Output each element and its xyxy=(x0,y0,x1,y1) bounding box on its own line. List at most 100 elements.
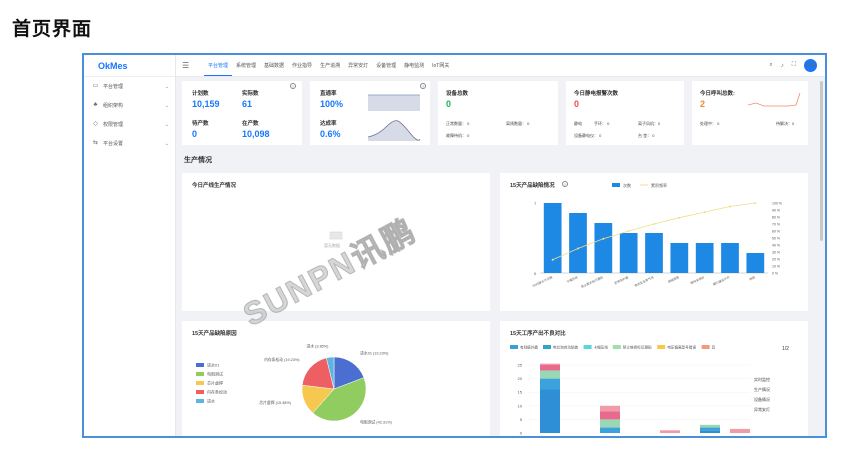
bar-count xyxy=(746,253,765,273)
sidebar-item-permission[interactable]: ◇ 权限管理 ⌄ xyxy=(84,115,175,134)
tab-work-guide[interactable]: 作业指导 xyxy=(288,55,316,76)
slice-label: 芯片虚焊 (15.38%) xyxy=(259,400,291,405)
app-logo: OkMes xyxy=(84,55,175,77)
pass-rate-label: 直通率 xyxy=(320,91,337,97)
kpi-card-esd: 今日静电报警次数 0 静电 手环： 0 离子风机：0 设备静电仪： 0 台 垫：… xyxy=(566,81,684,145)
slice-label: 电阻测试 (42.31%) xyxy=(360,420,392,425)
sidebar-item-label: 平台设置 xyxy=(103,141,124,147)
equipment-offline: 离线数量： 0 xyxy=(506,121,530,126)
sidebar-item-label: 平台管理 xyxy=(103,84,124,90)
kpi-card-equipment: 设备总数 0 正常数量： 0 离线数量： 0 故障待机： 0 xyxy=(438,81,558,145)
tab-equipment[interactable]: 设备管理 xyxy=(372,55,400,76)
tab-andon[interactable]: 异常安灯 xyxy=(344,55,372,76)
sidebar-item-platform[interactable]: ▭ 平台管理 ⌄ xyxy=(84,77,175,96)
bar-count xyxy=(695,243,714,273)
x-tick-label: 缺陷 xyxy=(748,274,756,281)
y-tick-label: 0 xyxy=(520,431,523,436)
tab-system[interactable]: 系统管理 xyxy=(232,55,260,76)
legend-swatch xyxy=(196,390,204,394)
avatar[interactable]: WM xyxy=(804,59,817,72)
top-actions: ⌕ ♪ ⛶ WM xyxy=(769,59,825,72)
stack-segment xyxy=(600,411,620,420)
y-tick-label: 7 xyxy=(534,201,537,206)
y-tick-label: 0 xyxy=(534,271,537,276)
tab-basic-data[interactable]: 基础数据 xyxy=(260,55,288,76)
plan-value: 10,159 xyxy=(192,99,220,109)
stack-segment xyxy=(600,419,620,428)
equipment-value: 0 xyxy=(446,99,452,109)
legend-label: 电阻测试 xyxy=(207,371,223,377)
legend-label: 进水 xyxy=(207,398,215,404)
y-tick-label: 15 xyxy=(518,390,523,395)
sidebar-item-settings[interactable]: ⇆ 平台设置 ⌄ xyxy=(84,134,175,153)
legend-label-count: 次数 xyxy=(623,182,631,188)
esd-wrist: 手环： 0 xyxy=(594,121,610,126)
stack-segment xyxy=(540,365,560,371)
pareto-chart: 次数 累积频率 7 0 0 % 10 % 20 % 30 % 40 % 50 % 60 % 70 % 8… xyxy=(531,182,782,289)
settings-icon: ⇆ xyxy=(92,140,99,146)
menu-fold-icon[interactable]: ☰ xyxy=(182,61,196,70)
equipment-fault: 故障待机： 0 xyxy=(446,133,470,138)
bar-count xyxy=(543,203,562,273)
legend-label: 进水01 xyxy=(207,362,220,368)
call-value: 2 xyxy=(700,99,706,109)
cumulative-point xyxy=(602,237,605,240)
info-icon[interactable]: ? xyxy=(290,83,296,89)
legend-label: 电压偏高型号错误 xyxy=(667,345,696,350)
tab-platform[interactable]: 平台管理 xyxy=(204,55,233,76)
shield-icon: ◇ xyxy=(93,121,98,127)
legend-swatch xyxy=(196,372,204,376)
fullscreen-icon[interactable]: ⛶ xyxy=(792,62,796,69)
legend-swatch xyxy=(612,345,621,349)
legend-label: 芯片虚焊 xyxy=(207,380,223,386)
pending-value: 0 xyxy=(192,129,198,139)
y2-tick-label: 10 % xyxy=(772,265,780,269)
bar-count xyxy=(645,233,663,273)
x-tick-label: BMS报本不正确 xyxy=(531,274,553,288)
reach-rate-label: 达成率 xyxy=(320,121,337,127)
search-icon[interactable]: ⌕ xyxy=(769,62,772,69)
tab-esd[interactable]: 静电监测 xyxy=(400,55,428,76)
org-icon: ♣ xyxy=(93,102,98,108)
y2-tick-label: 100 % xyxy=(772,202,782,206)
y2-tick-label: 20 % xyxy=(772,258,780,262)
tab-trace[interactable]: 生产追溯 xyxy=(316,55,344,76)
legend-swatch xyxy=(196,363,204,367)
info-icon[interactable]: ? xyxy=(420,83,426,89)
y2-tick-label: 40 % xyxy=(772,244,780,248)
legend-label: 卡帽压线 xyxy=(594,345,609,350)
kpi-card-output: ? 计划数 10,159 实际数 61 待产数 0 在产数 10,098 xyxy=(182,81,302,145)
bar-count xyxy=(670,243,689,273)
stack-segment xyxy=(540,363,560,365)
chevron-down-icon: ⌄ xyxy=(164,83,169,90)
x-tick-label: 胶带剥外露 xyxy=(613,274,629,285)
y2-tick-label: 60 % xyxy=(772,230,780,234)
cumulative-point xyxy=(678,216,681,219)
scrollbar[interactable] xyxy=(820,81,823,241)
y-tick-label: 10 xyxy=(518,403,523,408)
sidebar-item-label: 组织架构 xyxy=(103,103,124,109)
app-window: OkMes ▭ 平台管理 ⌄ ♣ 组织架构 ⌄ ◇ 权限管理 ⌄ ⇆ 平台设置 … xyxy=(82,53,827,438)
bell-icon[interactable]: ♪ xyxy=(781,63,784,69)
stacked-chart: 有刮痕外露 电芯泡自动贴装 卡帽压线 禁止维修标识漏贴 电压偏高型号错误 其 0 5 10 15 2… xyxy=(510,345,770,436)
esd-ground: 静电 xyxy=(574,121,582,126)
tab-iot[interactable]: IoT网关 xyxy=(428,55,453,76)
cumulative-point xyxy=(627,230,630,232)
call-handling: 处理中： 0 xyxy=(700,121,720,126)
pass-rate-sparkline xyxy=(368,94,420,111)
bar-count xyxy=(619,233,638,273)
legend-swatch xyxy=(583,345,592,349)
sidebar-item-org[interactable]: ♣ 组织架构 ⌄ xyxy=(84,96,175,115)
equipment-label: 设备总数 xyxy=(446,91,469,97)
reach-rate-sparkline xyxy=(368,120,420,141)
side-menu-item: 生产情况 xyxy=(754,386,770,392)
esd-value: 0 xyxy=(574,99,580,109)
stack-segment xyxy=(660,430,680,433)
esd-device: 设备静电仪： 0 xyxy=(574,133,602,138)
panel-title: 今日产线生产情况 xyxy=(192,183,237,189)
monitor-icon: ▭ xyxy=(92,83,99,89)
pass-rate-value: 100% xyxy=(320,99,344,109)
side-menu-item: 设备情况 xyxy=(754,396,770,402)
cumulative-point xyxy=(551,258,554,261)
legend-swatch xyxy=(701,345,710,349)
